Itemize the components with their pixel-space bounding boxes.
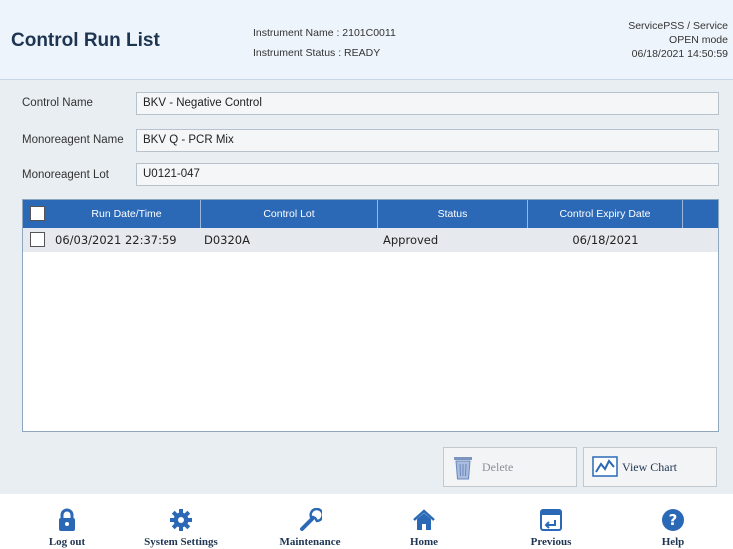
nav-home[interactable]: Home xyxy=(369,508,479,548)
user-info: ServicePSS / Service OPEN mode 06/18/202… xyxy=(628,19,728,61)
nav-help[interactable]: ? Help xyxy=(618,508,728,548)
wrench-icon xyxy=(300,508,322,531)
delete-label: Delete xyxy=(482,460,514,474)
column-header-control-lot[interactable]: Control Lot xyxy=(201,200,378,228)
trash-icon xyxy=(452,455,474,485)
help-icon: ? xyxy=(662,509,684,531)
nav-system-settings-label: System Settings xyxy=(144,536,218,548)
header-bar: Control Run List Instrument Name : 2101C… xyxy=(0,0,733,80)
column-header-run-datetime[interactable]: Run Date/Time xyxy=(53,200,201,228)
nav-logout[interactable]: Log out xyxy=(12,508,122,548)
nav-logout-label: Log out xyxy=(48,536,86,548)
column-header-status[interactable]: Status xyxy=(378,200,528,228)
mode-text: OPEN mode xyxy=(669,34,728,46)
nav-maintenance[interactable]: Maintenance xyxy=(255,508,365,548)
monoreagent-lot-label: Monoreagent Lot xyxy=(22,169,109,181)
footer-nav: Log out System Settings Maintenance Home xyxy=(0,494,733,549)
chart-icon xyxy=(592,455,618,483)
table-header: Run Date/Time Control Lot Status Control… xyxy=(23,200,718,228)
monoreagent-name-field: BKV Q - PCR Mix xyxy=(136,129,719,152)
svg-text:?: ? xyxy=(669,511,678,529)
monoreagent-name-label: Monoreagent Name xyxy=(22,134,124,146)
nav-maintenance-label: Maintenance xyxy=(279,536,341,548)
user-name: ServicePSS / Service xyxy=(628,20,728,32)
control-name-label: Control Name xyxy=(22,97,93,109)
column-header-expiry[interactable]: Control Expiry Date xyxy=(528,200,683,228)
nav-previous-label: Previous xyxy=(530,536,572,548)
view-chart-label: View Chart xyxy=(622,460,677,474)
cell-expiry: 06/18/2021 xyxy=(572,233,639,247)
monoreagent-lot-field: U0121-047 xyxy=(136,163,719,186)
page-title: Control Run List xyxy=(11,30,160,51)
nav-help-label: Help xyxy=(661,536,685,548)
gear-icon xyxy=(170,509,192,531)
view-chart-button[interactable]: View Chart xyxy=(583,447,717,487)
nav-home-label: Home xyxy=(409,536,439,548)
datetime-text: 06/18/2021 14:50:59 xyxy=(631,48,728,60)
control-run-table: Run Date/Time Control Lot Status Control… xyxy=(22,199,719,432)
delete-button[interactable]: Delete xyxy=(443,447,577,487)
lock-icon xyxy=(59,508,75,531)
cell-status: Approved xyxy=(383,233,439,247)
instrument-status: Instrument Status : READY xyxy=(253,47,381,59)
previous-icon xyxy=(540,509,562,531)
nav-previous[interactable]: Previous xyxy=(496,508,606,548)
select-all-checkbox[interactable] xyxy=(30,206,45,221)
row-checkbox[interactable] xyxy=(30,232,45,247)
nav-system-settings[interactable]: System Settings xyxy=(126,508,236,548)
instrument-name: Instrument Name : 2101C0011 xyxy=(253,27,396,39)
home-icon xyxy=(413,509,435,530)
cell-control-lot: D0320A xyxy=(204,233,250,247)
cell-run-datetime: 06/03/2021 22:37:59 xyxy=(55,233,177,247)
instrument-info: Instrument Name : 2101C0011 Instrument S… xyxy=(253,23,396,63)
table-row[interactable]: 06/03/2021 22:37:59 D0320A Approved 06/1… xyxy=(23,228,718,252)
control-name-field: BKV - Negative Control xyxy=(136,92,719,115)
